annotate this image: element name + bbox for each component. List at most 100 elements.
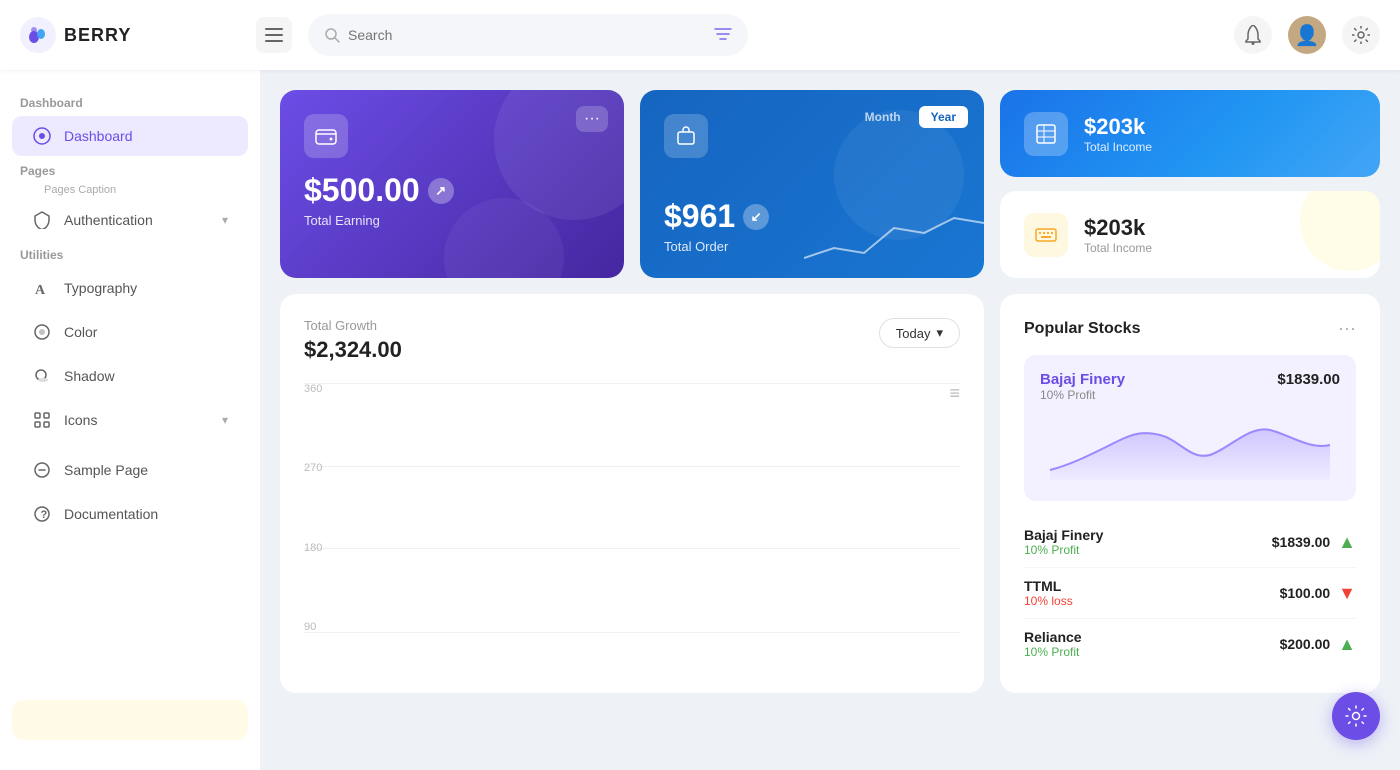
earning-more-button[interactable]: ··· bbox=[576, 106, 608, 132]
icons-chevron-icon: ▾ bbox=[222, 413, 228, 427]
sidebar-item-authentication[interactable]: Authentication ▾ bbox=[12, 200, 248, 240]
typography-label: Typography bbox=[64, 280, 137, 296]
header-settings-button[interactable] bbox=[1342, 16, 1380, 54]
sidebar: Dashboard Dashboard Pages Pages Caption … bbox=[0, 70, 260, 770]
keyboard-icon bbox=[1035, 224, 1057, 246]
sidebar-item-shadow[interactable]: Shadow bbox=[12, 356, 248, 396]
main-layout: Dashboard Dashboard Pages Pages Caption … bbox=[0, 70, 1400, 770]
pages-caption: Pages Caption bbox=[12, 182, 248, 198]
list-item: Reliance 10% Profit $200.00 ▲ bbox=[1024, 619, 1356, 669]
shadow-icon bbox=[32, 366, 52, 386]
income-top-label: Total Income bbox=[1084, 140, 1356, 154]
bajaj-profit: 10% Profit bbox=[1040, 388, 1125, 402]
list-item: Bajaj Finery 10% Profit $1839.00 ▲ bbox=[1024, 517, 1356, 568]
income-bottom-label: Total Income bbox=[1084, 241, 1152, 255]
year-toggle-button[interactable]: Year bbox=[919, 106, 968, 128]
growth-label: Total Growth bbox=[304, 318, 402, 333]
documentation-label: Documentation bbox=[64, 506, 158, 522]
month-toggle-button[interactable]: Month bbox=[853, 106, 913, 128]
income-bottom-texts: $203k Total Income bbox=[1084, 215, 1152, 255]
shadow-label: Shadow bbox=[64, 368, 115, 384]
typography-icon: A bbox=[32, 278, 52, 298]
svg-text:?: ? bbox=[41, 509, 48, 521]
period-toggle: Month Year bbox=[853, 106, 968, 128]
sample-page-label: Sample Page bbox=[64, 462, 148, 478]
berry-logo-icon bbox=[20, 17, 56, 53]
sidebar-item-icons[interactable]: Icons ▾ bbox=[12, 400, 248, 440]
bar-chart-area: ≡ 360 270 180 90 bbox=[304, 383, 960, 663]
income-top-texts: $203k Total Income bbox=[1084, 114, 1356, 154]
search-input[interactable] bbox=[348, 27, 706, 43]
bajaj-left: Bajaj Finery 10% Profit bbox=[1040, 371, 1125, 402]
stock-rows-list: Bajaj Finery 10% Profit $1839.00 ▲ TTML … bbox=[1024, 517, 1356, 669]
income-top-amount: $203k bbox=[1084, 114, 1356, 140]
sidebar-item-color[interactable]: Color bbox=[12, 312, 248, 352]
sidebar-item-dashboard[interactable]: Dashboard bbox=[12, 116, 248, 156]
bell-icon bbox=[1244, 25, 1262, 45]
color-label: Color bbox=[64, 324, 97, 340]
growth-header: Total Growth $2,324.00 Today ▾ bbox=[304, 318, 960, 363]
sidebar-item-typography[interactable]: A Typography bbox=[12, 268, 248, 308]
growth-controls: Today ▾ bbox=[879, 318, 960, 348]
svg-text:A: A bbox=[35, 283, 46, 297]
bajaj-highlight-card: Bajaj Finery 10% Profit $1839.00 bbox=[1024, 355, 1356, 501]
earning-icon-box bbox=[304, 114, 348, 158]
fab-settings-button[interactable] bbox=[1332, 692, 1380, 740]
app-title: BERRY bbox=[64, 25, 131, 46]
sidebar-bottom bbox=[0, 690, 260, 750]
total-order-card: Month Year $961 ↙ Total Order bbox=[640, 90, 984, 278]
icons-menu-icon bbox=[32, 410, 52, 430]
header-right: 👤 bbox=[1234, 16, 1380, 54]
gear-icon bbox=[1352, 26, 1370, 44]
stock-right: $100.00 ▼ bbox=[1280, 583, 1356, 604]
notification-button[interactable] bbox=[1234, 16, 1272, 54]
hamburger-button[interactable] bbox=[256, 17, 292, 53]
app-header: BERRY 👤 bbox=[0, 0, 1400, 70]
top-cards-row: ··· $500.00 ↗ Total Earning Month Yea bbox=[280, 90, 1380, 278]
income-top-card: $203k Total Income bbox=[1000, 90, 1380, 177]
bajaj-mini-chart bbox=[1040, 410, 1340, 480]
icons-label: Icons bbox=[64, 412, 97, 428]
logo-area: BERRY bbox=[20, 17, 240, 53]
dashboard-section-label: Dashboard bbox=[0, 90, 260, 114]
stocks-more-button[interactable]: ··· bbox=[1338, 318, 1356, 339]
today-button[interactable]: Today ▾ bbox=[879, 318, 960, 348]
filter-icon bbox=[714, 26, 732, 42]
income-bottom-amount: $203k bbox=[1084, 215, 1152, 241]
stock-info: TTML 10% loss bbox=[1024, 578, 1073, 608]
growth-chart-card: Total Growth $2,324.00 Today ▾ ≡ bbox=[280, 294, 984, 693]
wallet-icon bbox=[315, 125, 337, 147]
earning-label: Total Earning bbox=[304, 213, 600, 228]
fab-settings-icon bbox=[1345, 705, 1367, 727]
filter-button[interactable] bbox=[714, 26, 732, 45]
bajaj-top: Bajaj Finery 10% Profit $1839.00 bbox=[1040, 371, 1340, 402]
stock-info: Bajaj Finery 10% Profit bbox=[1024, 527, 1103, 557]
bars-container bbox=[340, 383, 960, 633]
stocks-title: Popular Stocks bbox=[1024, 320, 1140, 338]
search-icon bbox=[324, 27, 340, 43]
growth-texts: Total Growth $2,324.00 bbox=[304, 318, 402, 363]
sidebar-dashboard-label: Dashboard bbox=[64, 128, 133, 144]
pages-section-label: Pages bbox=[0, 158, 260, 182]
stocks-header: Popular Stocks ··· bbox=[1024, 318, 1356, 339]
order-icon-box bbox=[664, 114, 708, 158]
growth-amount: $2,324.00 bbox=[304, 337, 402, 363]
sidebar-item-sample[interactable]: Sample Page bbox=[12, 450, 248, 490]
income-bottom-card: $203k Total Income bbox=[1000, 191, 1380, 278]
order-mini-chart bbox=[804, 198, 984, 278]
bajaj-name: Bajaj Finery bbox=[1040, 371, 1125, 388]
list-item: TTML 10% loss $100.00 ▼ bbox=[1024, 568, 1356, 619]
total-earning-card: ··· $500.00 ↗ Total Earning bbox=[280, 90, 624, 278]
income-top-icon bbox=[1024, 112, 1068, 156]
dashboard-icon bbox=[32, 126, 52, 146]
chevron-down-icon: ▾ bbox=[222, 213, 228, 227]
main-content: ··· $500.00 ↗ Total Earning Month Yea bbox=[260, 70, 1400, 770]
avatar[interactable]: 👤 bbox=[1288, 16, 1326, 54]
auth-label: Authentication bbox=[64, 212, 153, 228]
earning-amount: $500.00 ↗ bbox=[304, 172, 600, 209]
middle-section: Total Growth $2,324.00 Today ▾ ≡ bbox=[280, 294, 1380, 693]
sidebar-item-documentation[interactable]: ? Documentation bbox=[12, 494, 248, 534]
income-bottom-icon bbox=[1024, 213, 1068, 257]
income-cards-column: $203k Total Income bbox=[1000, 90, 1380, 278]
bag-icon bbox=[675, 125, 697, 147]
